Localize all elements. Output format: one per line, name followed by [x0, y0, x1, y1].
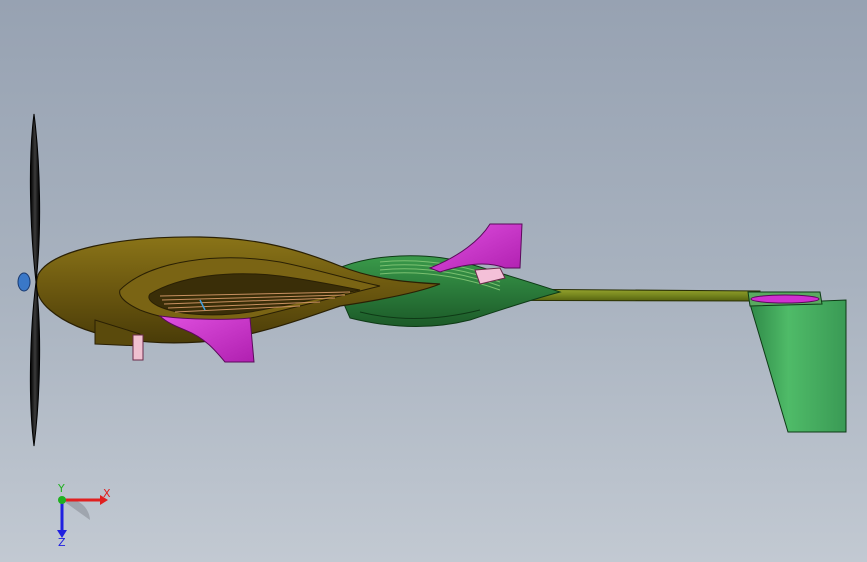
graphics-viewport[interactable]: X Y Z [0, 0, 867, 562]
z-axis-label: Z [58, 536, 66, 546]
y-axis-dot [58, 496, 66, 504]
orientation-triad: X Y Z [57, 482, 111, 546]
aircraft-model[interactable] [0, 0, 867, 562]
tail-rudder[interactable] [747, 291, 847, 433]
triad-plane [62, 499, 90, 520]
x-axis-label: X [103, 487, 111, 500]
y-axis-label: Y [57, 482, 65, 495]
